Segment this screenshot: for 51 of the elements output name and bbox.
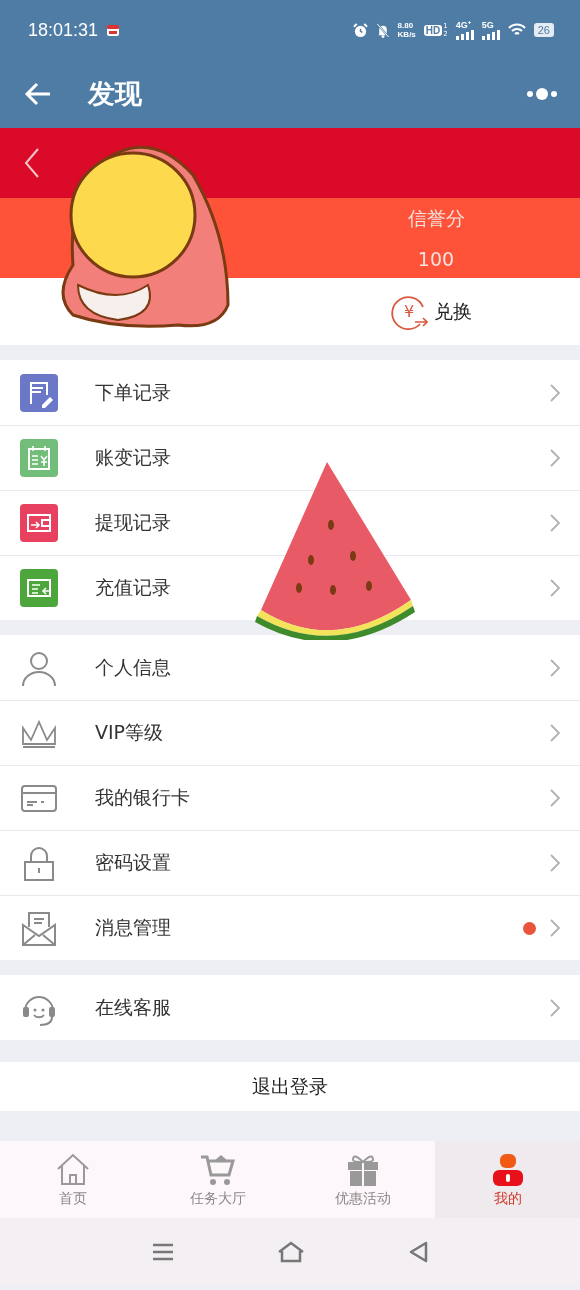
chevron-right-icon [550, 449, 560, 467]
chevron-left-icon[interactable] [24, 148, 40, 178]
chevron-right-icon [550, 789, 560, 807]
page-title: 发现 [88, 77, 143, 111]
hd-badge: HD [423, 24, 443, 36]
more-icon[interactable] [526, 88, 558, 100]
signal-icon [455, 29, 474, 40]
exchange-button[interactable]: ¥ 兑换 [390, 292, 472, 331]
chevron-right-icon [550, 579, 560, 597]
credit-value: 100 [417, 248, 455, 270]
speed-unit: KB/s [397, 30, 416, 39]
alarm-icon [352, 22, 368, 38]
calendar-icon [106, 23, 121, 37]
network-type: 4G⁺ [455, 20, 471, 30]
chevron-right-icon [550, 854, 560, 872]
network-speed: 8.80 [397, 21, 415, 30]
menu-item[interactable]: 在线客服 [0, 975, 580, 1040]
tab-item[interactable]: 首页 [0, 1141, 145, 1218]
wifi-icon [507, 23, 526, 37]
network-type: 5G [481, 20, 494, 30]
menu-item[interactable]: 个人信息 [0, 635, 580, 700]
battery-icon: 26 [533, 23, 554, 37]
menu-item[interactable]: 消息管理 [0, 895, 580, 960]
ledger-icon [20, 439, 58, 477]
transfer-icon [20, 569, 58, 607]
signal-icon [481, 29, 500, 40]
wallet-icon [20, 504, 58, 542]
menu-item[interactable]: 密码设置 [0, 830, 580, 895]
chevron-right-icon [550, 658, 560, 677]
tab-item[interactable]: 我的 [435, 1141, 580, 1218]
menu-item[interactable]: VIP等级 [0, 700, 580, 765]
envelope-icon [20, 909, 58, 947]
menu-item[interactable]: 下单记录 [0, 360, 580, 425]
chevron-right-icon [550, 724, 560, 742]
menu-item[interactable]: 我的银行卡 [0, 765, 580, 830]
home-icon[interactable] [277, 1241, 305, 1263]
credit-label: 信誉分 [407, 206, 465, 231]
menu-icon[interactable] [151, 1243, 174, 1261]
chevron-right-icon [550, 919, 560, 937]
chevron-right-icon [550, 383, 560, 402]
mute-icon [375, 22, 390, 38]
tab-item[interactable]: 优惠活动 [290, 1141, 435, 1218]
logout-button[interactable]: 退出登录 [0, 1062, 580, 1111]
chevron-right-icon [550, 514, 560, 532]
back-icon[interactable] [24, 82, 52, 106]
chevron-right-icon [550, 998, 560, 1017]
status-time: 18:01:31 [28, 19, 99, 41]
currency-symbol: ¥ [403, 302, 415, 321]
back-icon[interactable] [408, 1241, 429, 1263]
tab-item[interactable]: 任务大厅 [145, 1141, 290, 1218]
document-icon [20, 373, 58, 412]
